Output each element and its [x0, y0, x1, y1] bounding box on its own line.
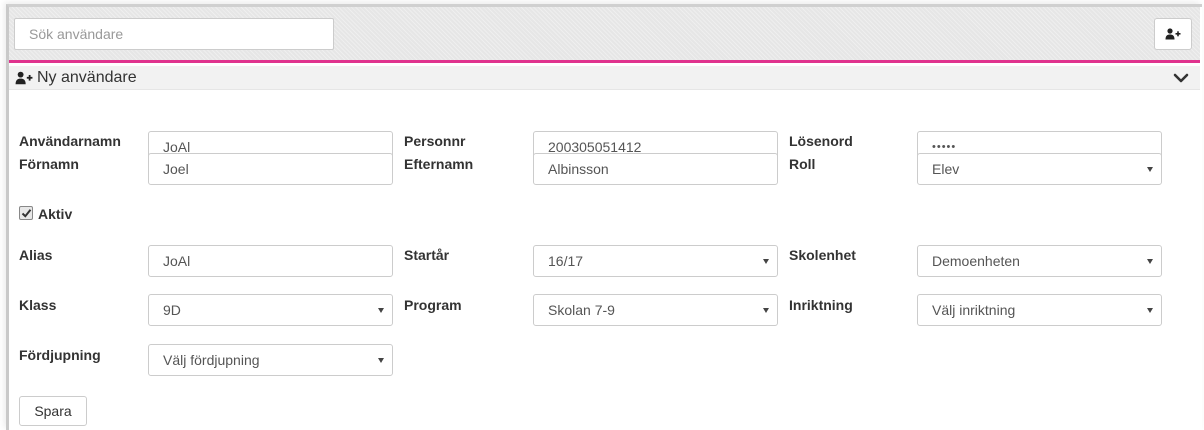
- password-value: •••••: [932, 141, 957, 153]
- startyear-label: Startår: [404, 247, 450, 263]
- firstname-value: Joel: [163, 161, 189, 177]
- username-label: Användarnamn: [19, 133, 121, 149]
- specialization-value: Välj fördjupning: [163, 352, 260, 368]
- startyear-select[interactable]: 16/17: [533, 245, 778, 277]
- panel-title: Ny användare: [37, 68, 137, 86]
- chevron-down-icon[interactable]: [1172, 70, 1190, 86]
- schoolunit-value: Demoenheten: [932, 253, 1020, 269]
- startyear-value: 16/17: [548, 253, 584, 269]
- lastname-label: Efternamn: [404, 156, 474, 172]
- class-select[interactable]: 9D: [148, 294, 393, 326]
- lastname-value: Albinsson: [548, 161, 609, 177]
- program-select[interactable]: Skolan 7-9: [533, 294, 778, 326]
- alias-field[interactable]: JoAl: [148, 245, 393, 277]
- firstname-label: Förnamn: [19, 156, 79, 172]
- user-plus-icon: [15, 71, 33, 84]
- select-caret-icon: [1147, 308, 1153, 313]
- search-input[interactable]: [14, 18, 334, 50]
- new-user-panel-header[interactable]: Ny användare: [9, 66, 1200, 90]
- orientation-select[interactable]: Välj inriktning: [917, 294, 1162, 326]
- schoolunit-label: Skolenhet: [789, 247, 856, 263]
- class-label: Klass: [19, 297, 57, 313]
- orientation-label: Inriktning: [789, 297, 853, 313]
- specialization-select[interactable]: Välj fördjupning: [148, 344, 393, 376]
- program-label: Program: [404, 297, 462, 313]
- personnr-label: Personnr: [404, 133, 466, 149]
- select-caret-icon: [378, 308, 384, 313]
- select-caret-icon: [763, 308, 769, 313]
- orientation-value: Välj inriktning: [932, 302, 1016, 318]
- schoolunit-select[interactable]: Demoenheten: [917, 245, 1162, 277]
- add-user-button[interactable]: [1154, 18, 1192, 50]
- role-value: Elev: [932, 161, 960, 177]
- select-caret-icon: [378, 358, 384, 363]
- active-checkbox[interactable]: [19, 206, 33, 220]
- select-caret-icon: [1147, 259, 1153, 264]
- checkmark-icon: [21, 209, 31, 218]
- class-value: 9D: [163, 302, 181, 318]
- password-label: Lösenord: [789, 133, 853, 149]
- lastname-field[interactable]: Albinsson: [533, 153, 778, 185]
- user-plus-icon: [1165, 28, 1181, 40]
- save-button[interactable]: Spara: [19, 396, 87, 426]
- program-value: Skolan 7-9: [548, 302, 615, 318]
- specialization-label: Fördjupning: [19, 347, 101, 363]
- firstname-field[interactable]: Joel: [148, 153, 393, 185]
- alias-label: Alias: [19, 247, 53, 263]
- select-caret-icon: [763, 259, 769, 264]
- alias-value: JoAl: [163, 253, 191, 269]
- role-label: Roll: [789, 156, 816, 172]
- role-select[interactable]: Elev: [917, 153, 1162, 185]
- active-label: Aktiv: [38, 206, 73, 222]
- select-caret-icon: [1147, 167, 1153, 172]
